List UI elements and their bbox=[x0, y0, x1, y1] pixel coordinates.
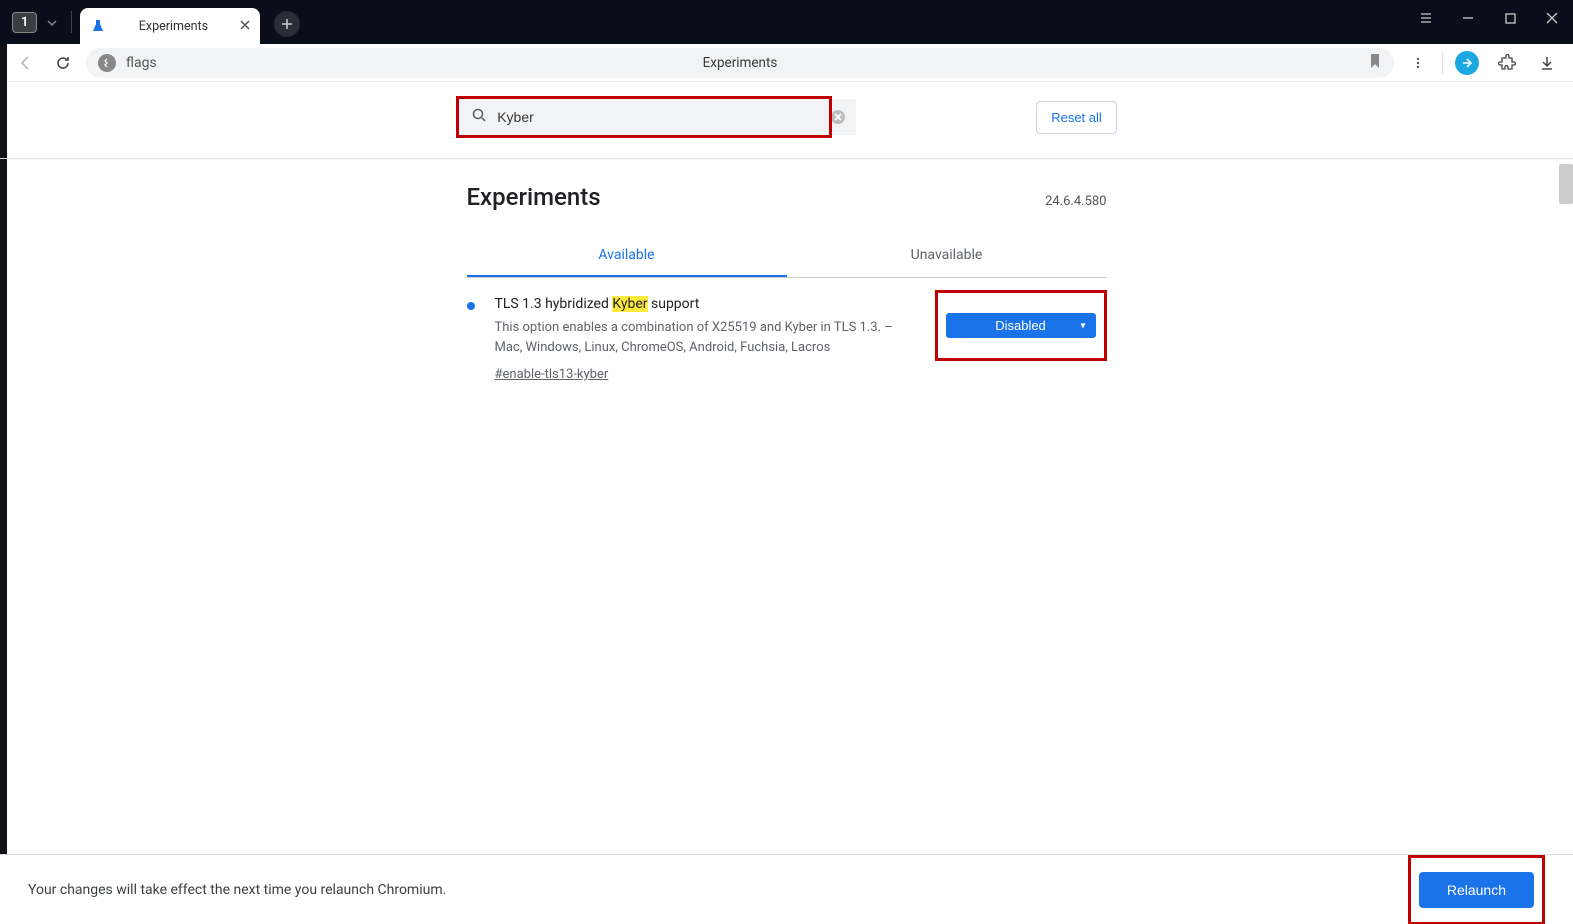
url-input[interactable]: flags Experiments bbox=[86, 48, 1394, 78]
status-dot-icon bbox=[467, 302, 475, 310]
address-bar: flags Experiments bbox=[0, 44, 1573, 82]
tabs-row: Available Unavailable bbox=[467, 235, 1107, 278]
window-controls bbox=[1405, 0, 1573, 36]
page-body: Reset all Experiments 24.6.4.580 Availab… bbox=[0, 82, 1573, 924]
relaunch-highlight-box: Relaunch bbox=[1408, 855, 1545, 924]
flag-state-select[interactable]: Disabled bbox=[946, 313, 1096, 338]
chevron-down-icon bbox=[41, 13, 63, 32]
flags-search-box bbox=[459, 99, 829, 135]
tab-count-badge: 1 bbox=[12, 12, 37, 33]
flags-search-input[interactable] bbox=[497, 109, 817, 125]
relaunch-button[interactable]: Relaunch bbox=[1419, 872, 1534, 908]
footer-bar: Your changes will take effect the next t… bbox=[0, 854, 1573, 924]
extensions-icon[interactable] bbox=[1491, 48, 1523, 78]
reset-all-button[interactable]: Reset all bbox=[1036, 101, 1117, 134]
reload-button[interactable] bbox=[48, 48, 78, 78]
close-icon[interactable] bbox=[240, 19, 250, 33]
browser-tab-active[interactable]: Experiments bbox=[80, 8, 260, 44]
page-title: Experiments bbox=[467, 183, 601, 211]
flag-hash-link[interactable]: #enable-tls13-kyber bbox=[495, 367, 609, 382]
search-icon bbox=[471, 107, 487, 127]
version-label: 24.6.4.580 bbox=[1045, 194, 1106, 209]
scrollbar-thumb[interactable] bbox=[1559, 164, 1573, 204]
browser-content: flags Experiments bbox=[0, 44, 1573, 924]
downloads-icon[interactable] bbox=[1531, 48, 1563, 78]
hamburger-menu-icon[interactable] bbox=[1405, 2, 1447, 34]
close-window-button[interactable] bbox=[1531, 2, 1573, 34]
minimize-button[interactable] bbox=[1447, 2, 1489, 34]
back-button[interactable] bbox=[10, 48, 40, 78]
tab-title: Experiments bbox=[114, 19, 232, 34]
flag-title-highlight: Kyber bbox=[612, 296, 647, 312]
site-info-icon[interactable] bbox=[98, 54, 116, 72]
tab-available[interactable]: Available bbox=[467, 235, 787, 277]
separator bbox=[1442, 52, 1443, 74]
search-highlight-box bbox=[456, 96, 832, 138]
flag-title-pre: TLS 1.3 hybridized bbox=[495, 296, 613, 312]
window-titlebar: 1 Experiments bbox=[0, 0, 1573, 44]
tab-counter[interactable]: 1 bbox=[12, 12, 63, 33]
flask-icon bbox=[90, 18, 106, 34]
main-content: Experiments 24.6.4.580 Available Unavail… bbox=[467, 183, 1107, 400]
tab-unavailable[interactable]: Unavailable bbox=[787, 235, 1107, 277]
flag-title-post: support bbox=[648, 296, 700, 312]
url-page-title: Experiments bbox=[703, 55, 778, 71]
bookmark-icon[interactable] bbox=[1368, 53, 1382, 73]
addressbar-actions bbox=[1402, 48, 1563, 78]
search-row: Reset all bbox=[0, 82, 1573, 138]
divider bbox=[0, 158, 1573, 159]
select-highlight-box: Disabled ▾ bbox=[935, 290, 1107, 361]
separator bbox=[71, 11, 72, 33]
flag-info: TLS 1.3 hybridized Kyber support This op… bbox=[495, 296, 915, 382]
footer-message: Your changes will take effect the next t… bbox=[28, 882, 446, 898]
kebab-menu-icon[interactable] bbox=[1402, 48, 1434, 78]
flag-item: TLS 1.3 hybridized Kyber support This op… bbox=[467, 278, 1107, 400]
new-tab-button[interactable] bbox=[274, 11, 300, 37]
url-text: flags bbox=[126, 55, 157, 71]
flag-title: TLS 1.3 hybridized Kyber support bbox=[495, 296, 915, 312]
maximize-button[interactable] bbox=[1489, 2, 1531, 34]
profile-avatar[interactable] bbox=[1451, 48, 1483, 78]
flag-description: This option enables a combination of X25… bbox=[495, 318, 915, 357]
